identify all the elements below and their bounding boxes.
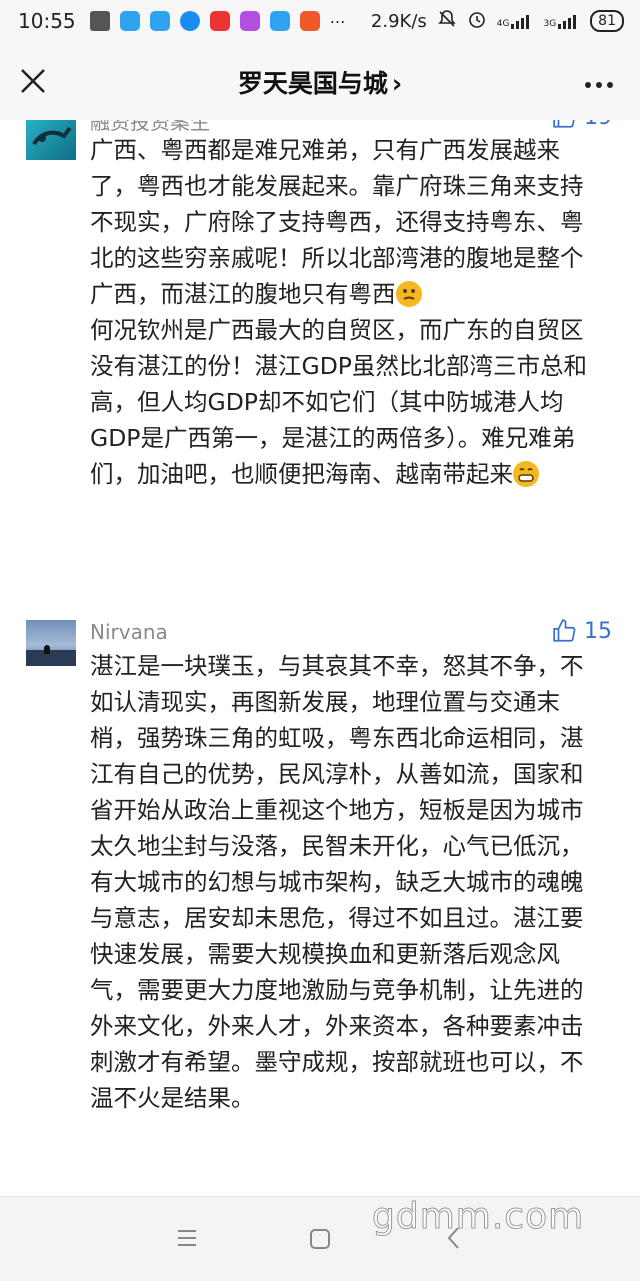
battery-icon: 81 xyxy=(590,10,624,32)
status-bar: 10:55 ⋯ 2.9K/s 4G 3G 81 xyxy=(0,0,640,42)
baidu-icon xyxy=(209,11,230,31)
app-header: 罗天昊国与城 › xyxy=(0,42,640,120)
like-button[interactable]: 19 xyxy=(552,120,612,130)
menu-icon xyxy=(178,1230,196,1246)
avatar[interactable] xyxy=(26,620,76,666)
mute-bell-icon xyxy=(437,9,457,34)
status-right: 2.9K/s 4G 3G 81 xyxy=(371,9,624,34)
alarm-icon xyxy=(467,9,487,34)
page-title-text: 罗天昊国与城 xyxy=(237,69,388,98)
home-button[interactable] xyxy=(308,1227,332,1255)
notification-icons: ⋯ xyxy=(89,11,346,31)
signal-4g-label: 4G xyxy=(496,19,510,29)
like-button[interactable]: 15 xyxy=(552,618,612,644)
home-icon xyxy=(310,1229,330,1249)
network-speed: 2.9K/s xyxy=(370,10,427,32)
page-title[interactable]: 罗天昊国与城 › xyxy=(0,64,640,100)
app-icon xyxy=(149,11,170,31)
avatar[interactable] xyxy=(26,120,76,160)
thinking-emoji-icon xyxy=(395,281,422,307)
thumbs-up-icon xyxy=(553,120,575,128)
browser-icon xyxy=(179,11,200,31)
signal-3g-label: 3G xyxy=(543,19,557,29)
listen-icon xyxy=(299,11,320,31)
username[interactable]: Nirvana xyxy=(90,620,168,644)
watermark: gdmm.com xyxy=(371,1196,585,1238)
comment-text: 湛江是一块璞玉，与其哀其不幸，怒其不争，不如认清现实，再图新发展，地理位置与交通… xyxy=(90,652,584,1112)
thumbs-up-icon xyxy=(553,619,576,642)
like-count: 15 xyxy=(584,618,612,644)
more-notifications-icon: ⋯ xyxy=(329,11,346,31)
message-icon xyxy=(89,11,110,31)
more-button[interactable] xyxy=(584,66,614,96)
video-icon xyxy=(239,11,260,31)
app-icon xyxy=(119,11,140,31)
comment-paragraph: 广西、粤西都是难兄难弟，只有广西发展越来了，粤西也才能发展起来。靠广府珠三角来支… xyxy=(90,136,584,308)
chevron-right-icon: › xyxy=(391,69,403,98)
grin-emoji-icon xyxy=(513,461,539,487)
signal-4g-icon: 4G xyxy=(497,13,534,29)
signal-3g-icon: 3G xyxy=(543,13,580,29)
more-dots-icon xyxy=(585,82,613,88)
clock: 10:55 xyxy=(18,9,76,33)
app-icon xyxy=(269,11,290,31)
comment-text: 广西、粤西都是难兄难弟，只有广西发展越来了，粤西也才能发展起来。靠广府珠三角来支… xyxy=(90,132,602,492)
comment-list[interactable]: 融资投资案生 19 广西、粤西都是难兄难弟，只有广西发展越来了，粤西也才能发展起… xyxy=(0,120,640,1195)
battery-level: 81 xyxy=(598,13,616,29)
menu-button[interactable] xyxy=(176,1227,198,1253)
like-count: 19 xyxy=(584,120,612,130)
